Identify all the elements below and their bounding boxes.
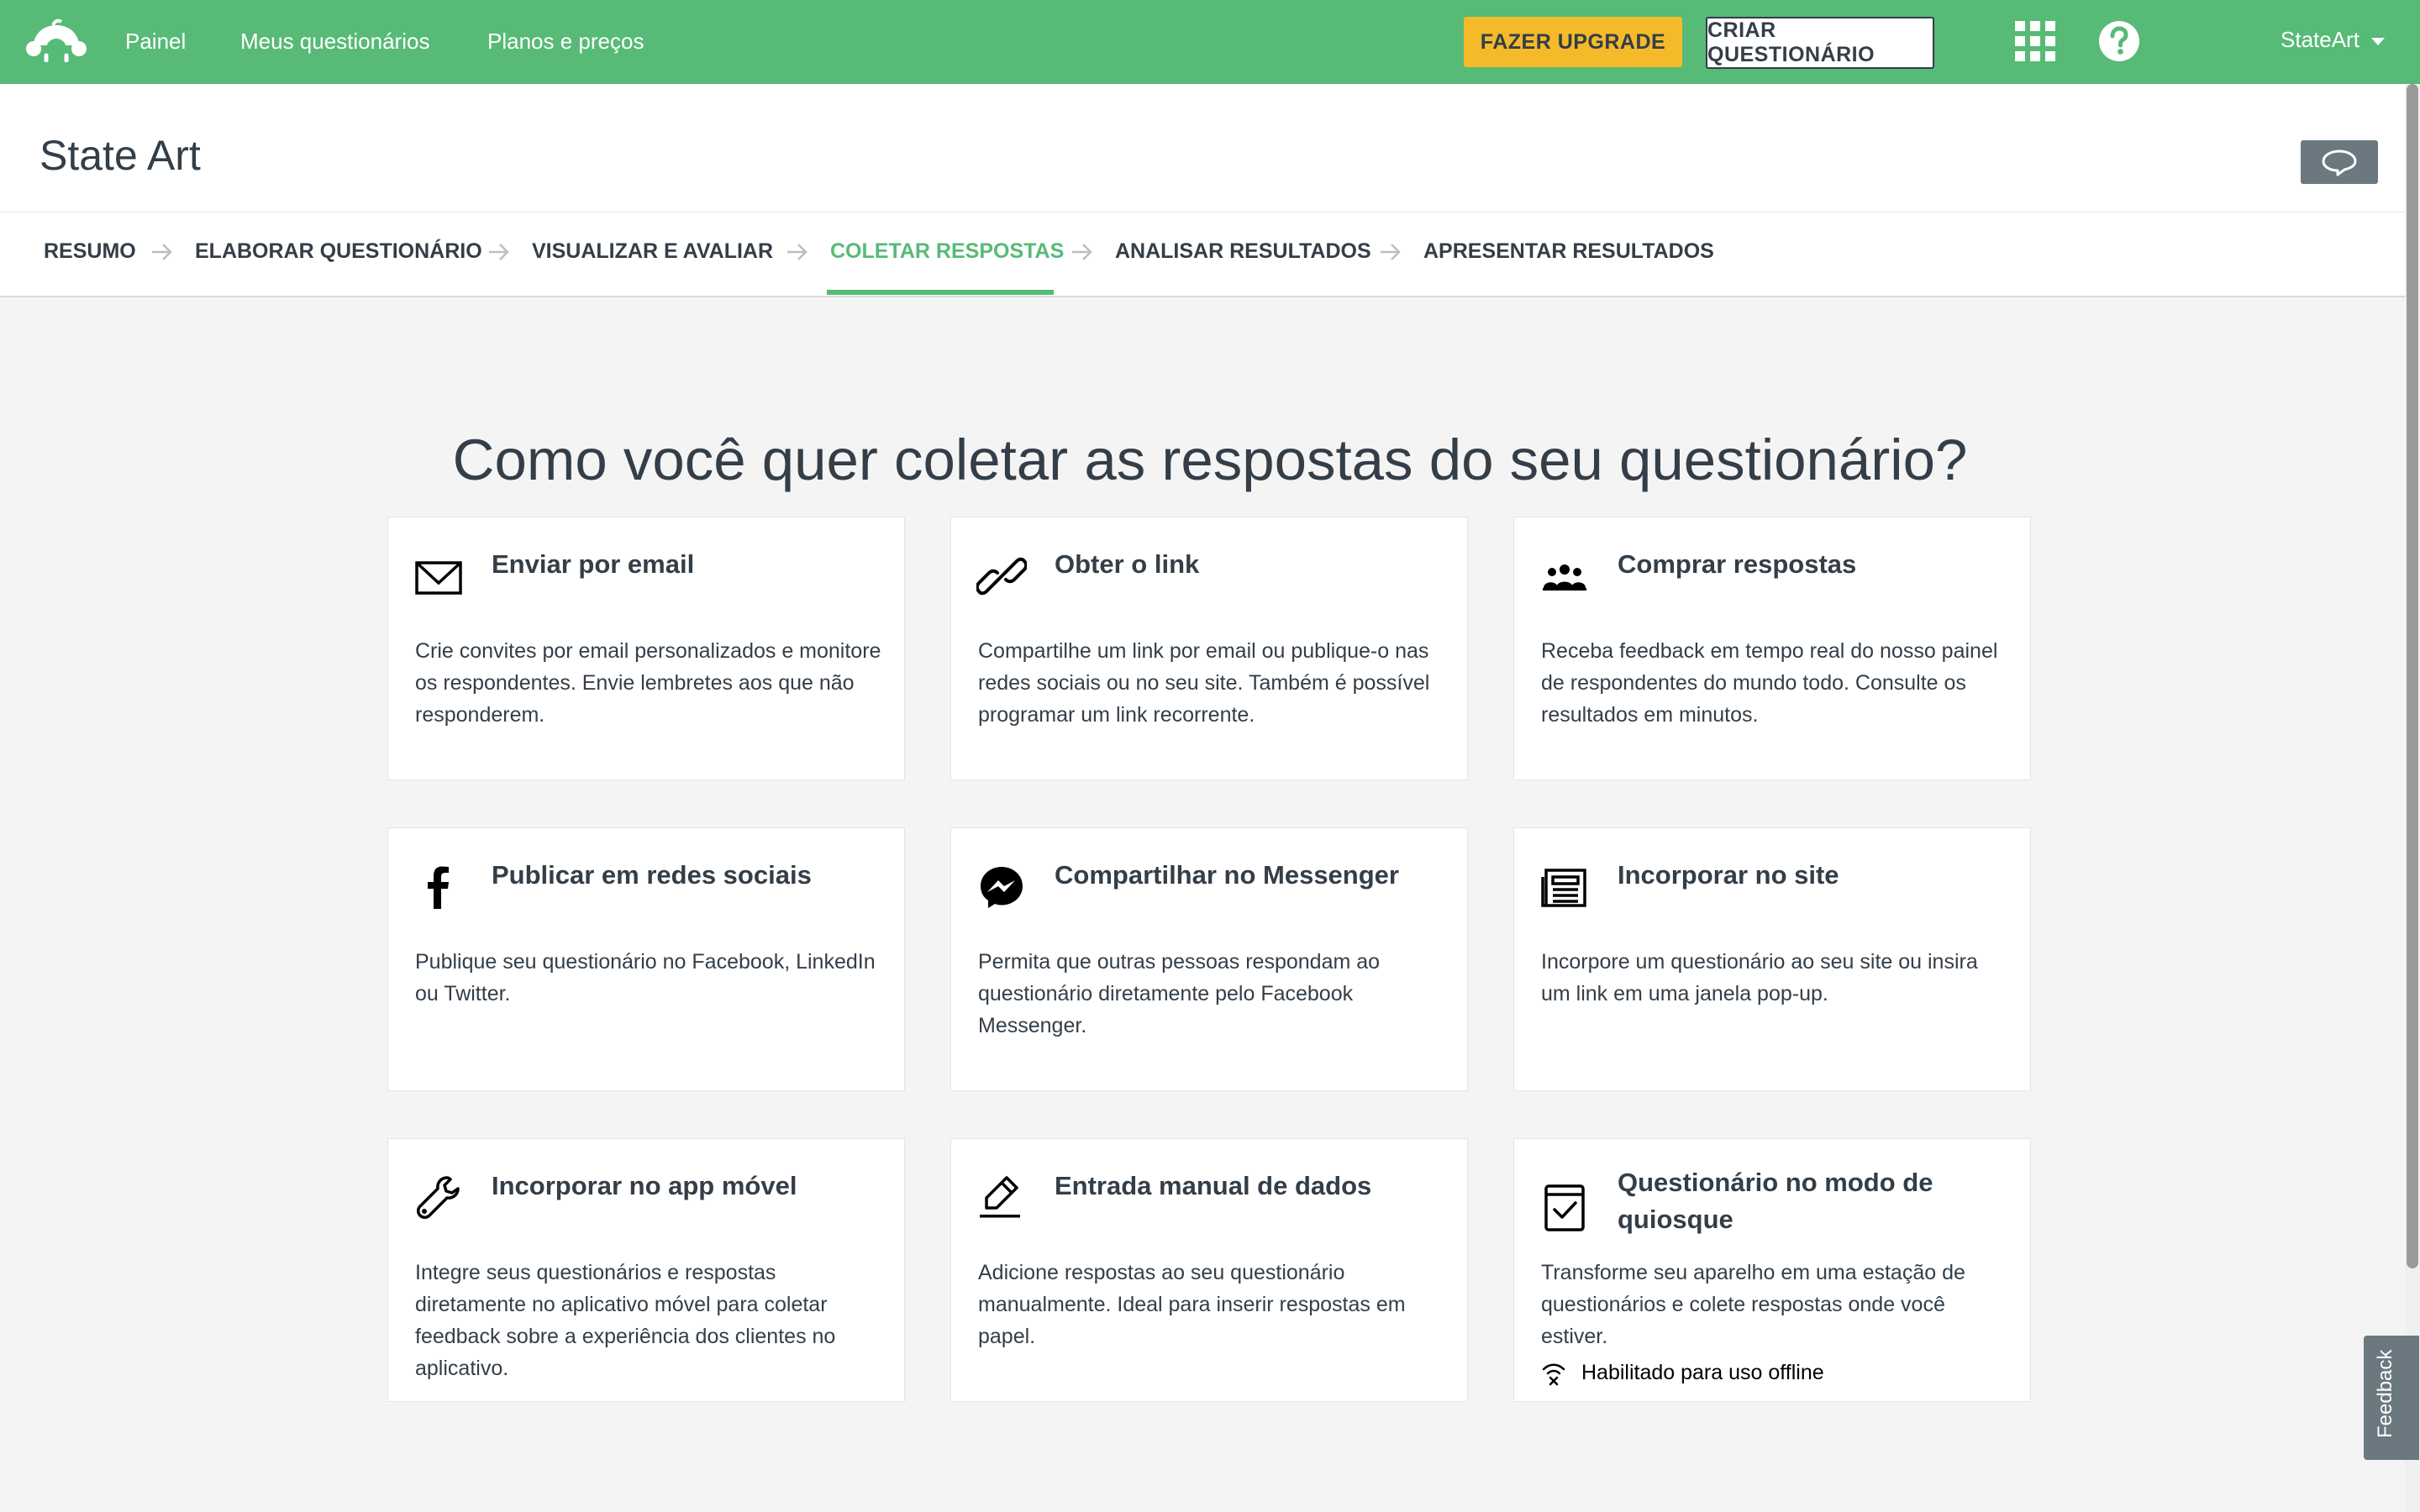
card-title: Compartilhar no Messenger	[1055, 860, 1399, 890]
messenger-icon	[981, 867, 1023, 908]
card-description: Transforme seu aparelho em uma estação d…	[1541, 1261, 1965, 1348]
card-description: Permita que outras pessoas respondam ao …	[978, 950, 1381, 1037]
email-icon	[415, 561, 462, 595]
collector-card-kiosk[interactable]: Questionário no modo de quiosque Transfo…	[1513, 1138, 2031, 1402]
embed-website-icon	[1541, 869, 1586, 907]
collector-card-mobile-app[interactable]: Incorporar no app móvel Integre seus que…	[387, 1138, 905, 1402]
nav-meus-questionarios[interactable]: Meus questionários	[240, 29, 429, 55]
feedback-label: Feedback	[2374, 1349, 2396, 1438]
step-apresentar-resultados[interactable]: APRESENTAR RESULTADOS	[1423, 239, 1714, 264]
create-survey-button[interactable]: CRIAR QUESTIONÁRIO	[1706, 17, 1934, 69]
card-title: Obter o link	[1055, 549, 1200, 579]
arrow-right-icon	[152, 244, 172, 260]
collector-card-email[interactable]: Enviar por email Crie convites por email…	[387, 517, 905, 780]
step-visualizar-e-avaliar[interactable]: VISUALIZAR E AVALIAR	[532, 239, 773, 264]
page-headline: Como você quer coletar as respostas do s…	[452, 428, 1968, 493]
card-title: Questionário no modo de quiosque	[1618, 1168, 1933, 1234]
top-navigation-bar: Painel Meus questionários Planos e preço…	[0, 0, 2420, 84]
card-description: Adicione respostas ao seu questionário m…	[978, 1261, 1406, 1348]
surveymonkey-logo-icon[interactable]	[25, 18, 87, 62]
card-description: Crie convites por email personalizados e…	[415, 639, 881, 727]
survey-title-bar: State Art	[0, 84, 2405, 213]
card-title: Comprar respostas	[1618, 549, 1857, 579]
collector-card-link[interactable]: Obter o link Compartilhe um link por ema…	[950, 517, 1468, 780]
nav-planos-e-precos[interactable]: Planos e preços	[487, 29, 644, 55]
offline-label: Habilitado para uso offline	[1581, 1361, 1824, 1384]
scrollbar-thumb[interactable]	[2407, 84, 2418, 1268]
collector-card-social[interactable]: Publicar em redes sociais Publique seu q…	[387, 827, 905, 1091]
card-description: Integre seus questionários e respostas d…	[415, 1261, 836, 1380]
comment-icon	[2322, 150, 2357, 176]
upgrade-button[interactable]: FAZER UPGRADE	[1464, 17, 1682, 67]
people-icon	[1543, 564, 1586, 591]
collector-card-embed-website[interactable]: Incorporar no site Incorpore um question…	[1513, 827, 2031, 1091]
collector-card-messenger[interactable]: Compartilhar no Messenger Permita que ou…	[950, 827, 1468, 1091]
arrow-right-icon	[1072, 244, 1092, 260]
card-description: Incorpore um questionário ao seu site ou…	[1541, 950, 1978, 1005]
wrench-icon	[417, 1176, 460, 1219]
kiosk-icon	[1544, 1184, 1585, 1231]
survey-steps-nav: RESUMO ELABORAR QUESTIONÁRIO VISUALIZAR …	[0, 213, 2405, 297]
card-title: Enviar por email	[492, 549, 695, 579]
facebook-icon	[428, 866, 449, 909]
card-description: Compartilhe um link por email ou publiqu…	[978, 639, 1430, 727]
survey-title: State Art	[39, 132, 201, 179]
offline-wifi-icon	[1542, 1363, 1565, 1386]
caret-down-icon	[2370, 37, 2385, 45]
step-elaborar-questionario[interactable]: ELABORAR QUESTIONÁRIO	[195, 239, 482, 264]
feedback-tab[interactable]: Feedback	[2364, 1336, 2419, 1460]
step-coletar-respostas[interactable]: COLETAR RESPOSTAS	[830, 239, 1064, 264]
account-name: StateArt	[2281, 27, 2360, 52]
card-title: Entrada manual de dados	[1055, 1171, 1372, 1200]
card-title: Incorporar no site	[1618, 860, 1839, 890]
apps-grid-icon[interactable]	[2015, 21, 2055, 61]
card-description: Publique seu questionário no Facebook, L…	[415, 950, 876, 1005]
nav-painel[interactable]: Painel	[125, 29, 186, 55]
pencil-icon	[980, 1176, 1020, 1218]
step-resumo[interactable]: RESUMO	[44, 239, 136, 264]
active-step-indicator	[827, 290, 1054, 295]
card-title: Incorporar no app móvel	[492, 1171, 797, 1200]
comment-button[interactable]	[2301, 140, 2378, 184]
step-analisar-resultados[interactable]: ANALISAR RESULTADOS	[1115, 239, 1371, 264]
card-title: Publicar em redes sociais	[492, 860, 812, 890]
account-menu[interactable]: StateArt	[2281, 27, 2385, 53]
link-icon	[976, 557, 1027, 596]
collector-card-buy-responses[interactable]: Comprar respostas Receba feedback em tem…	[1513, 517, 2031, 780]
collector-card-manual-entry[interactable]: Entrada manual de dados Adicione respost…	[950, 1138, 1468, 1402]
arrow-right-icon	[787, 244, 808, 260]
help-icon[interactable]	[2098, 20, 2140, 62]
arrow-right-icon	[489, 244, 509, 260]
arrow-right-icon	[1381, 244, 1401, 260]
card-description: Receba feedback em tempo real do nosso p…	[1541, 639, 1998, 727]
offline-badge: Habilitado para uso offline	[1541, 1361, 1824, 1386]
